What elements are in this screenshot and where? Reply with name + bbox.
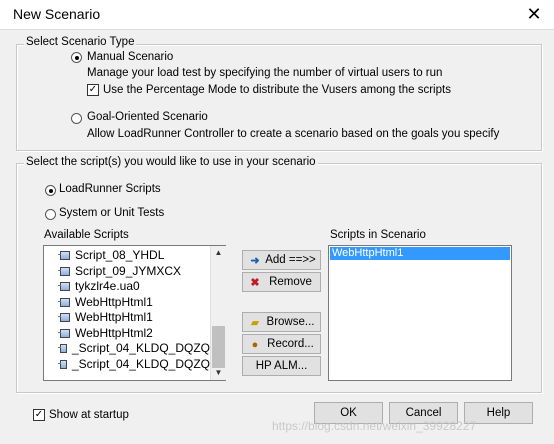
available-script-item[interactable]: Script_09_JYMXCX [58, 263, 210, 280]
available-script-item[interactable]: WebHttpHtml1 [58, 294, 210, 311]
scripts-in-scenario-list[interactable]: WebHttpHtml1 [328, 245, 512, 381]
hp-alm-button-label: HP ALM... [255, 360, 308, 372]
remove-icon: ✖ [250, 277, 260, 289]
goal-oriented-description: Allow LoadRunner Controller to create a … [87, 128, 500, 140]
goal-oriented-radio[interactable] [71, 113, 82, 124]
available-scripts-list[interactable]: Script_08_YHDL Script_09_JYMXCX tykzlr4e.u… [43, 245, 226, 381]
available-script-label: Script_09_JYMXCX [75, 263, 182, 278]
script-file-icon [58, 282, 70, 292]
script-file-icon [58, 251, 70, 261]
available-scripts-label: Available Scripts [44, 229, 129, 241]
record-icon: ● [251, 339, 259, 351]
scrollbar-thumb[interactable] [212, 326, 225, 368]
browse-button[interactable]: ▰ Browse... [242, 312, 321, 332]
available-script-item[interactable]: Script_08_YHDL [58, 248, 210, 264]
available-script-label: Script_08_YHDL [75, 248, 165, 262]
available-script-label: WebHttpHtml1 [75, 310, 153, 324]
hp-alm-button[interactable]: HP ALM... [242, 356, 321, 376]
add-icon: ➜ [250, 255, 260, 267]
available-script-label: WebHttpHtml2 [75, 325, 153, 340]
system-unit-tests-radio[interactable] [45, 209, 56, 220]
percentage-mode-label[interactable]: Use the Percentage Mode to distribute th… [103, 84, 451, 96]
available-scripts-scrollbar[interactable]: ▲ ▼ [210, 246, 226, 380]
scenario-type-legend: Select Scenario Type [24, 36, 137, 48]
available-script-item[interactable]: _Script_04_KLDQ_DQZQ [58, 356, 210, 373]
available-script-item[interactable]: _Script_04_KLDQ_DQZQ [58, 341, 210, 357]
window-title: New Scenario [13, 6, 101, 22]
script-file-icon [58, 344, 67, 354]
record-button-label: Record... [267, 338, 314, 350]
available-script-label: _Script_04_KLDQ_DQZQ [71, 341, 210, 355]
browse-button-label: Browse... [266, 316, 315, 328]
available-script-item[interactable]: WebHttpHtml2 [58, 325, 210, 342]
script-file-icon [58, 359, 67, 369]
open-folder-icon: ▰ [250, 317, 260, 329]
script-file-icon [58, 328, 70, 338]
remove-button[interactable]: ✖ Remove [242, 272, 321, 292]
script-file-icon [58, 297, 70, 307]
show-at-startup-checkbox[interactable]: ✓ [33, 409, 45, 421]
scripts-legend: Select the script(s) you would like to u… [24, 156, 318, 168]
manual-scenario-radio[interactable] [71, 52, 82, 63]
available-script-label: _Script_04_KLDQ_DQZQ [71, 356, 210, 371]
add-button[interactable]: ➜ Add ==>> [242, 250, 321, 270]
manual-scenario-description: Manage your load test by specifying the … [87, 67, 443, 79]
record-button[interactable]: ● Record... [242, 334, 321, 354]
close-icon[interactable]: ✕ [523, 3, 545, 25]
loadrunner-scripts-label[interactable]: LoadRunner Scripts [59, 183, 161, 195]
scroll-up-icon[interactable]: ▲ [211, 248, 226, 257]
script-file-icon [58, 266, 70, 276]
scroll-down-icon[interactable]: ▼ [211, 368, 226, 377]
system-unit-tests-label[interactable]: System or Unit Tests [59, 207, 164, 219]
available-script-label: tykzlr4e.ua0 [75, 279, 140, 293]
available-script-item[interactable]: tykzlr4e.ua0 [58, 279, 210, 295]
script-file-icon [58, 313, 70, 323]
goal-oriented-label[interactable]: Goal-Oriented Scenario [87, 111, 208, 123]
manual-scenario-label[interactable]: Manual Scenario [87, 51, 173, 63]
add-button-label: Add ==>> [265, 254, 316, 266]
remove-button-label: Remove [269, 276, 312, 288]
available-script-item[interactable]: WebHttpHtml1 [58, 310, 210, 326]
available-script-label: WebHttpHtml1 [75, 294, 153, 309]
scenario-script-item[interactable]: WebHttpHtml1 [330, 247, 510, 260]
show-at-startup-label[interactable]: Show at startup [49, 409, 129, 421]
scripts-in-scenario-label: Scripts in Scenario [330, 229, 426, 241]
percentage-mode-checkbox[interactable]: ✓ [87, 84, 99, 96]
loadrunner-scripts-radio[interactable] [45, 185, 56, 196]
watermark-text: https://blog.csdn.net/weixin_39928227 [272, 419, 477, 433]
